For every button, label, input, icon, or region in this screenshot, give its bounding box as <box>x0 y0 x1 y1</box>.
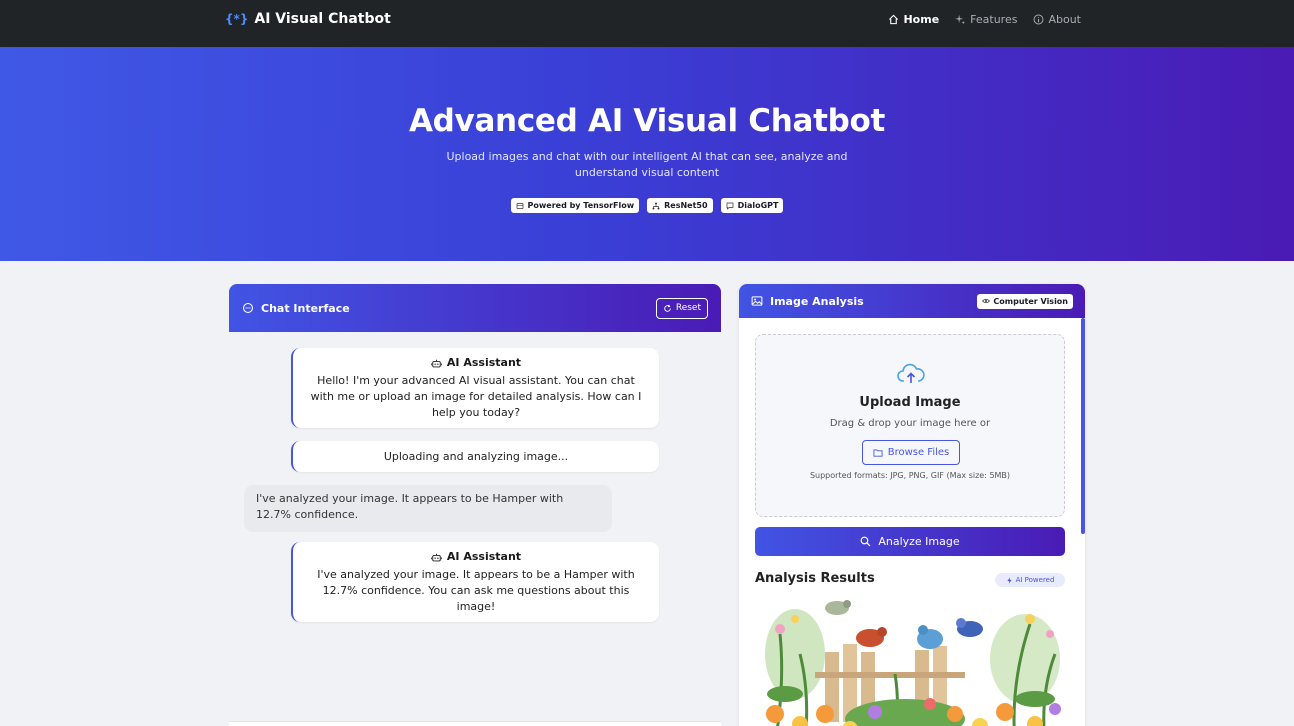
nav-about-label: About <box>1048 13 1081 26</box>
badge-resnet-label: ResNet50 <box>664 201 708 210</box>
user-message: I've analyzed your image. It appears to … <box>244 485 612 532</box>
bot-message: AI Assistant I've analyzed your image. I… <box>291 542 659 622</box>
chat-bubble-icon <box>242 302 254 314</box>
bot-message-text: Hello! I'm your advanced AI visual assis… <box>310 374 642 419</box>
analysis-results-title: Analysis Results <box>755 571 875 586</box>
chat-input-area[interactable] <box>229 721 721 726</box>
bot-name: AI Assistant <box>305 549 647 565</box>
eye-icon <box>982 298 991 304</box>
tech-badges: Powered by TensorFlow ResNet50 DialoGPT <box>0 198 1294 213</box>
badge-tensorflow: Powered by TensorFlow <box>510 198 640 213</box>
robot-icon <box>430 359 442 367</box>
navbar: {*} AI Visual Chatbot Home Features Abou… <box>0 0 1294 47</box>
brand-icon: {*} <box>225 12 249 26</box>
folder-icon <box>873 448 883 457</box>
status-message: Uploading and analyzing image... <box>291 441 659 472</box>
reset-label: Reset <box>675 303 701 313</box>
robot-icon <box>430 553 442 561</box>
analyzed-image-preview <box>755 594 1065 726</box>
bot-message: AI Assistant Hello! I'm your advanced AI… <box>291 348 659 428</box>
cloud-upload-icon <box>897 363 925 383</box>
analyze-image-label: Analyze Image <box>878 535 960 548</box>
bot-name-label: AI Assistant <box>446 356 522 369</box>
image-analysis-header: Image Analysis Computer Vision <box>739 284 1085 318</box>
computer-vision-badge: Computer Vision <box>977 293 1073 309</box>
bot-name-label: AI Assistant <box>446 550 522 563</box>
image-analysis-card: Image Analysis Computer Vision Upload Im… <box>739 284 1085 726</box>
search-icon <box>860 536 871 547</box>
refresh-icon <box>664 304 671 312</box>
nav-about[interactable]: About <box>1033 13 1081 26</box>
ai-powered-label: AI Powered <box>1015 576 1055 584</box>
hero: Advanced AI Visual Chatbot Upload images… <box>0 47 1294 261</box>
sparkle-icon <box>955 14 966 25</box>
bot-message-text: I've analyzed your image. It appears to … <box>317 568 635 613</box>
browse-files-label: Browse Files <box>887 447 950 458</box>
browse-files-button[interactable]: Browse Files <box>862 440 960 465</box>
chip-icon <box>516 202 523 209</box>
badge-dialogpt-label: DialoGPT <box>737 201 779 210</box>
nav-features[interactable]: Features <box>955 13 1017 26</box>
home-icon <box>889 14 899 25</box>
brand-title: AI Visual Chatbot <box>254 11 391 27</box>
brand[interactable]: {*} AI Visual Chatbot <box>225 11 391 27</box>
image-analysis-title: Image Analysis <box>770 294 864 308</box>
ai-powered-badge: AI Powered <box>995 573 1065 587</box>
hero-subtitle: Upload images and chat with our intellig… <box>446 150 848 179</box>
upload-dropzone[interactable]: Upload Image Drag & drop your image here… <box>755 334 1065 517</box>
network-icon <box>652 202 660 209</box>
chat-title: Chat Interface <box>261 301 350 315</box>
upload-hint: Drag & drop your image here or <box>829 418 991 429</box>
bot-name: AI Assistant <box>305 355 647 371</box>
hero-title: Advanced AI Visual Chatbot <box>408 103 886 139</box>
upload-title: Upload Image <box>859 395 961 410</box>
scrollbar-thumb[interactable] <box>1081 318 1085 534</box>
info-icon <box>1034 14 1044 25</box>
supported-formats: Supported formats: JPG, PNG, GIF (Max si… <box>809 471 1011 480</box>
badge-dialogpt: DialoGPT <box>720 198 784 213</box>
analyze-image-button[interactable]: Analyze Image <box>755 527 1065 556</box>
nav-home-label: Home <box>903 13 940 26</box>
chat-card: Chat Interface Reset AI Assistant Hello!… <box>229 284 721 726</box>
badge-tensorflow-label: Powered by TensorFlow <box>527 201 635 210</box>
reset-button[interactable]: Reset <box>655 297 708 319</box>
nav-features-label: Features <box>970 13 1018 26</box>
nav-links: Home Features About <box>888 13 1081 26</box>
image-icon <box>751 296 763 306</box>
chat-header: Chat Interface Reset <box>229 284 721 332</box>
lightning-icon <box>1006 576 1012 584</box>
computer-vision-label: Computer Vision <box>993 296 1068 306</box>
nav-home[interactable]: Home <box>888 13 939 26</box>
chat-icon <box>726 202 733 210</box>
badge-resnet: ResNet50 <box>647 198 713 213</box>
